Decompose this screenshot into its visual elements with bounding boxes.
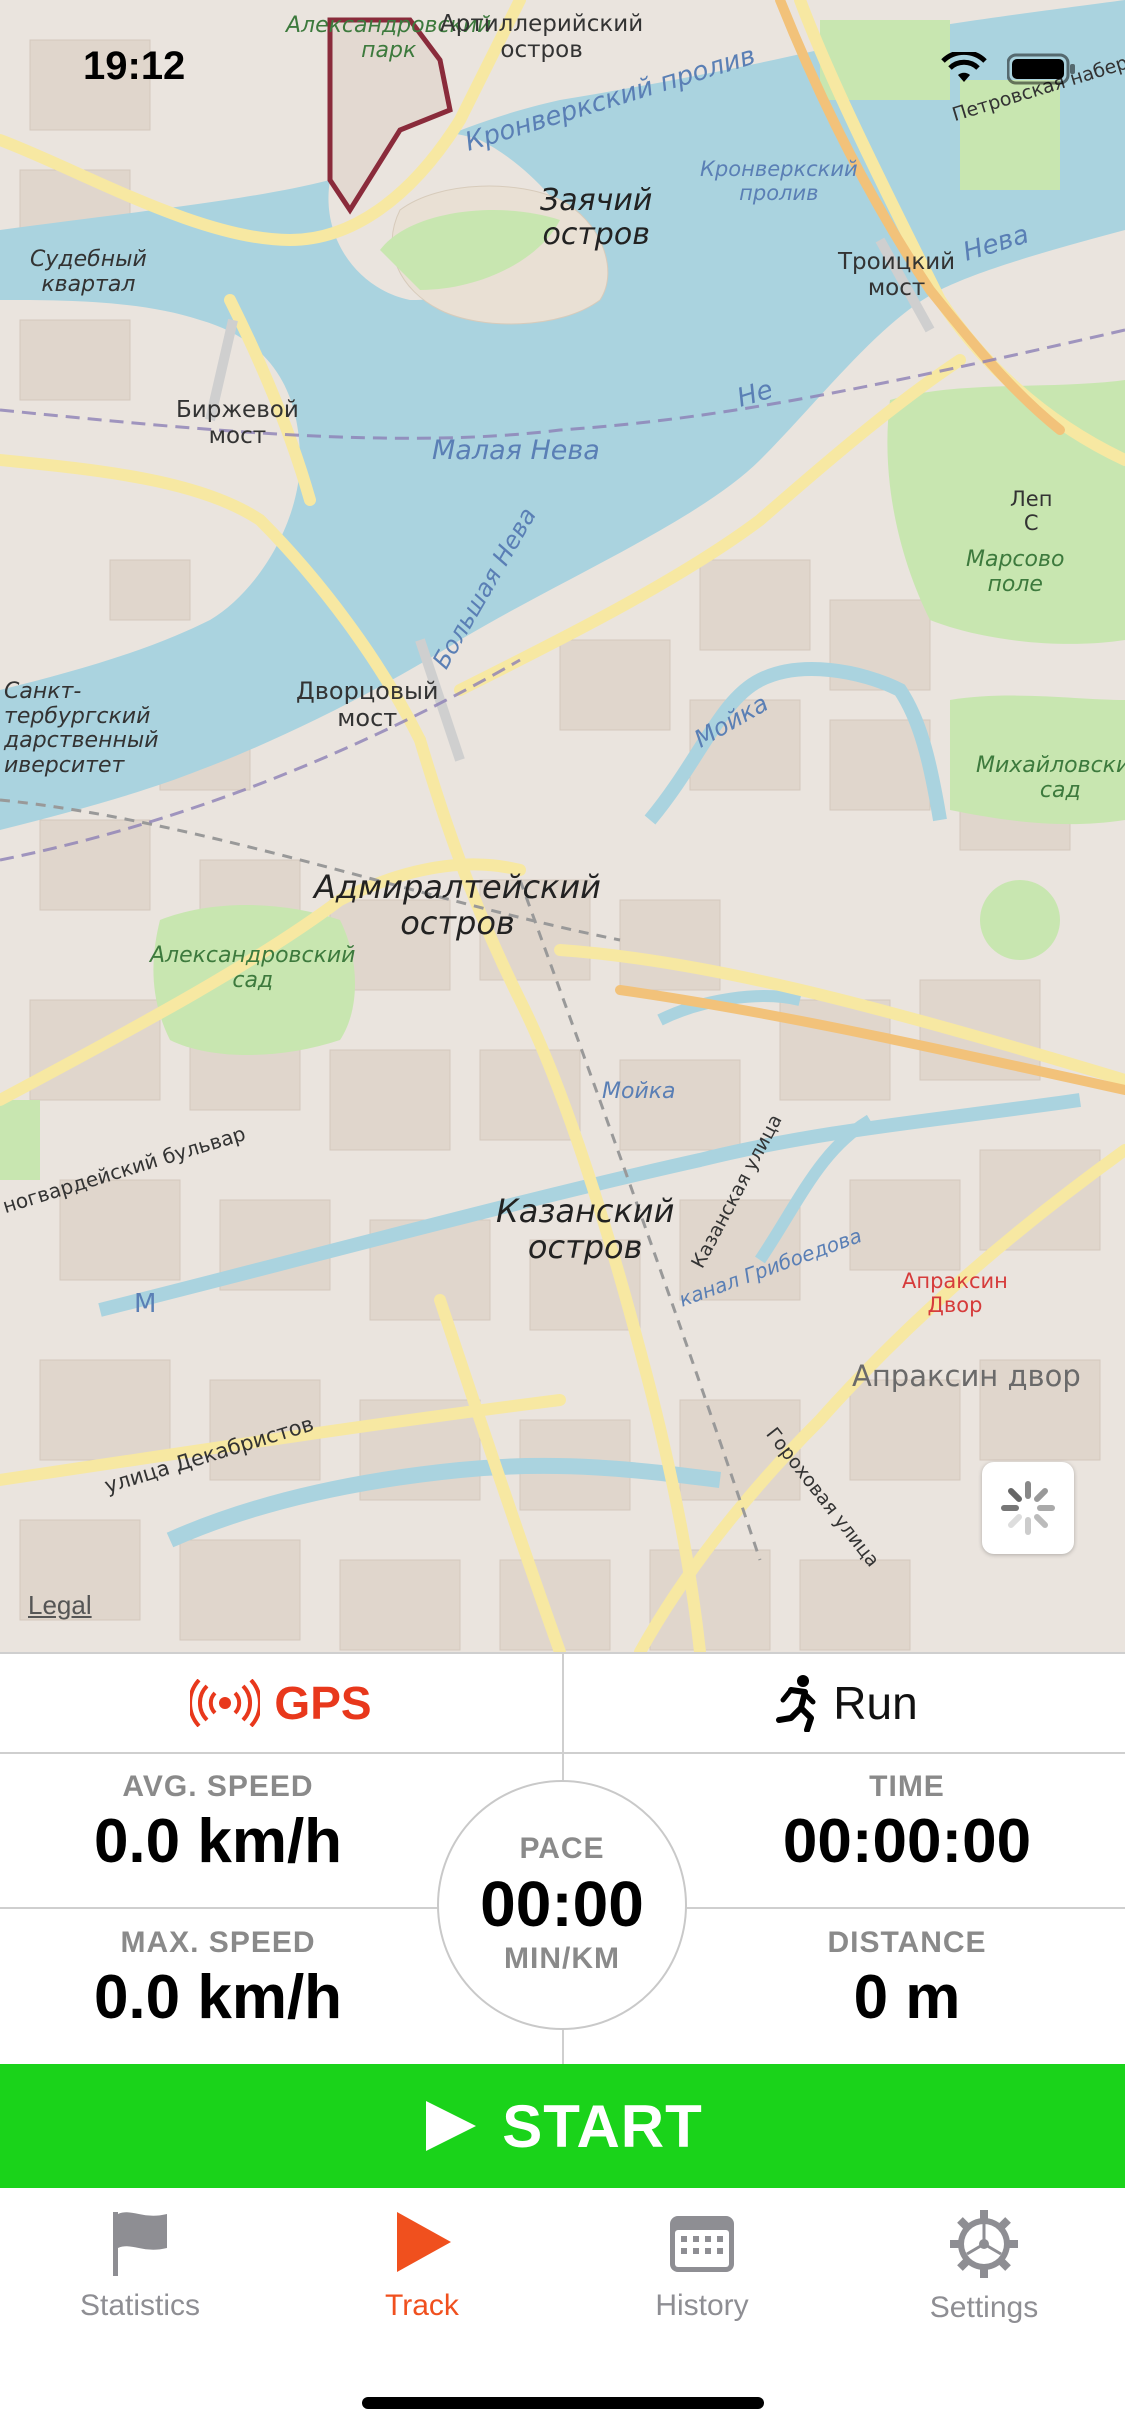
play-icon bbox=[426, 2101, 477, 2151]
tab-settings[interactable]: Settings bbox=[884, 2208, 1084, 2325]
activity-selector[interactable]: Run bbox=[564, 1654, 1125, 1752]
loading-button[interactable] bbox=[982, 1462, 1074, 1554]
tab-label: Settings bbox=[929, 2291, 1039, 2324]
pace-unit: MIN/KM bbox=[504, 1942, 620, 1975]
distance-label: DISTANCE bbox=[827, 1926, 987, 1959]
status-bar: 19:12 bbox=[0, 44, 1125, 94]
map-label: Александровский сад bbox=[150, 943, 356, 993]
max-speed-stat: MAX. SPEED 0.0 km/h bbox=[0, 1926, 436, 2033]
pace-label: PACE bbox=[519, 1832, 605, 1865]
map-label: Адмиралтейский остров bbox=[314, 868, 601, 942]
map-label: Кронверкский пролив bbox=[700, 157, 858, 205]
map-label: Судебный квартал bbox=[30, 247, 147, 297]
gps-label: GPS bbox=[274, 1677, 372, 1729]
time-label: TIME bbox=[869, 1770, 945, 1803]
calendar-icon bbox=[670, 2216, 734, 2272]
avg-speed-label: AVG. SPEED bbox=[122, 1770, 314, 1803]
flag-icon bbox=[113, 2212, 167, 2276]
distance-stat: DISTANCE 0 m bbox=[689, 1926, 1125, 2033]
map-label: Апраксин Двор bbox=[902, 1269, 1008, 1317]
time-stat: TIME 00:00:00 bbox=[689, 1770, 1125, 1877]
map-label: Казанский остров bbox=[496, 1192, 675, 1266]
pace-dial: PACE 00:00 MIN/KM bbox=[437, 1780, 687, 2030]
tab-history[interactable]: History bbox=[602, 2208, 802, 2323]
runner-icon bbox=[776, 1675, 816, 1732]
map-label: Мойка bbox=[602, 1079, 676, 1104]
legal-link[interactable]: Legal bbox=[28, 1590, 92, 1621]
spinner-icon bbox=[1001, 1481, 1055, 1535]
map-label: Дворцовый мост bbox=[296, 677, 439, 732]
gear-icon bbox=[950, 2210, 1018, 2278]
map-label: Марсово поле bbox=[966, 547, 1065, 597]
gps-status: GPS bbox=[0, 1654, 562, 1752]
tab-label: History bbox=[655, 2289, 749, 2322]
distance-value: 0 m bbox=[853, 1963, 961, 2032]
map-label: Леп С bbox=[1010, 487, 1053, 535]
map-label: Биржевой мост bbox=[176, 397, 299, 449]
map-label: Малая Нева bbox=[432, 435, 600, 466]
tab-label: Track bbox=[385, 2289, 459, 2322]
avg-speed-value: 0.0 km/h bbox=[93, 1807, 343, 1876]
time-value: 00:00:00 bbox=[782, 1807, 1032, 1876]
map-label: Троицкий мост bbox=[838, 249, 956, 301]
play-icon bbox=[397, 2212, 451, 2272]
max-speed-label: MAX. SPEED bbox=[120, 1926, 316, 1959]
max-speed-value: 0.0 km/h bbox=[93, 1963, 343, 2032]
map-label: Михайловскийсад bbox=[976, 753, 1125, 803]
map-label: Санкт-тербургский дарственный иверситет bbox=[4, 679, 159, 778]
map-label: Заячий остров bbox=[540, 183, 653, 252]
activity-label: Run bbox=[833, 1677, 918, 1729]
battery-icon bbox=[1007, 53, 1075, 85]
pace-value: 00:00 bbox=[480, 1868, 644, 1940]
home-indicator bbox=[362, 2397, 764, 2409]
start-button[interactable]: START bbox=[0, 2064, 1125, 2188]
status-time: 19:12 bbox=[83, 44, 186, 88]
wifi-icon bbox=[941, 52, 987, 82]
tab-statistics[interactable]: Statistics bbox=[40, 2208, 240, 2323]
gps-signal-icon bbox=[190, 1679, 261, 1727]
avg-speed-stat: AVG. SPEED 0.0 km/h bbox=[0, 1770, 436, 1877]
tab-label: Statistics bbox=[79, 2289, 201, 2322]
map-view[interactable]: Александровский парк Артиллерийский остров… bbox=[0, 0, 1125, 1652]
map-label: Апраксин двор bbox=[852, 1359, 1081, 1393]
tab-track[interactable]: Track bbox=[322, 2208, 522, 2323]
map-label: М bbox=[134, 1289, 157, 1319]
start-label: START bbox=[502, 2092, 703, 2160]
